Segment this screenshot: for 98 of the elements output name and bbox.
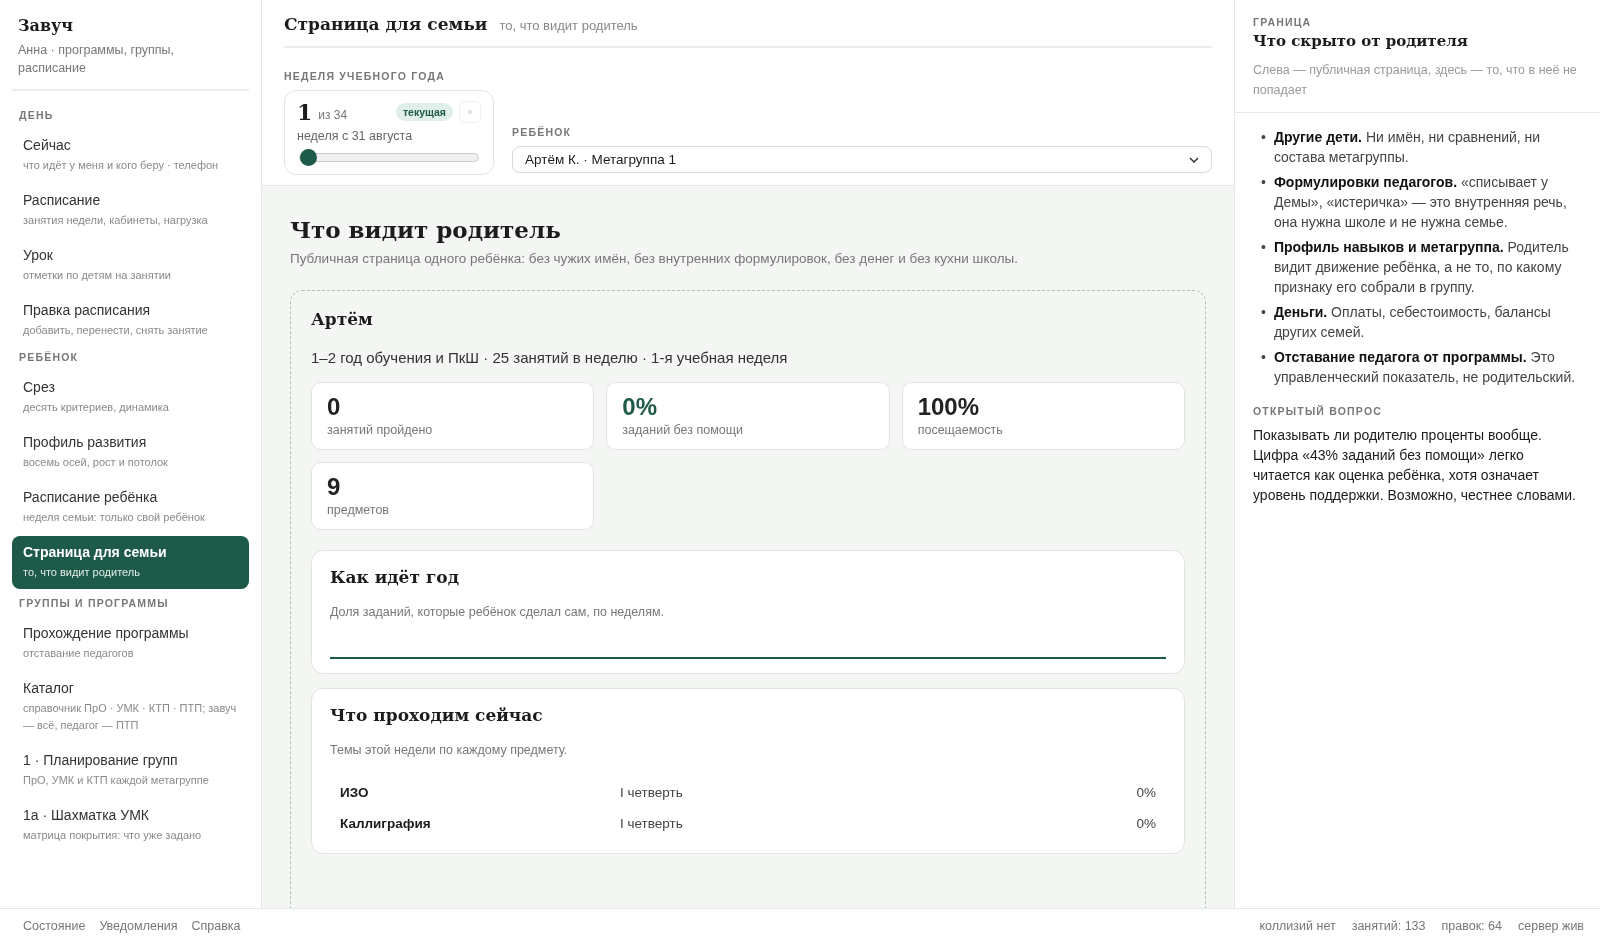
stat-value: 9 <box>327 473 342 501</box>
stat-label: предметов <box>327 503 390 517</box>
bullet-marker: • <box>1261 173 1266 192</box>
chevron-icon <box>1189 156 1199 163</box>
bullet-text: Деньги. Оплаты, себестоимость, балансы других семей. <box>1273 303 1552 342</box>
bullet-text: Формулировки педагогов. «списывает у Демы», «истеричка» — это внутренняя речь, она нужна школе и не нужна семье. <box>1273 173 1568 232</box>
nav-item-label: Расписание ребёнка <box>23 488 159 507</box>
child-name: Артём <box>311 309 374 329</box>
progress-text: 0% <box>1136 785 1156 800</box>
nav-item[interactable]: Сейчас что идёт у меня и кого беру · телефон <box>12 129 249 182</box>
question-label: ОТКРЫТЫЙ ВОПРОС <box>1253 405 1384 417</box>
status-link[interactable]: Уведомления <box>99 919 178 933</box>
nav-item-hint: неделя семьи: только свой ребёнок <box>23 510 206 525</box>
nav-item[interactable]: Урок отметки по детям на занятии <box>12 239 249 292</box>
nav-item-hint: ПрО, УМК и КТП каждой метагруппе <box>23 773 210 788</box>
card-description: Доля заданий, которые ребёнок сделал сам, по неделям. <box>330 605 665 619</box>
card-title: Как идёт год <box>330 567 460 587</box>
dot-icon <box>468 110 472 114</box>
bullet-marker: • <box>1261 238 1266 257</box>
bullet-marker: • <box>1261 128 1266 147</box>
stat-value: 0 <box>327 393 342 421</box>
nav-item[interactable]: Расписание ребёнка неделя семьи: только свой ребёнок <box>12 481 249 534</box>
section-title: Что видит родитель <box>290 216 562 243</box>
status-text: правок: 64 <box>1441 919 1502 933</box>
nav-item-hint: добавить, перенести, снять занятие <box>23 323 209 338</box>
status-text: коллизий нет <box>1259 919 1336 933</box>
panel-description: Слева — публичная страница, здесь — то, что в неё не попадает <box>1253 62 1578 99</box>
nav-item-label: Каталог <box>23 679 75 698</box>
child-summary: 1–2 год обучения и ПкШ · 25 занятий в неделю · 1-я учебная неделя <box>311 349 789 366</box>
nav-item[interactable]: Прохождение программы отставание педагогов <box>12 617 249 670</box>
dot-button[interactable] <box>459 101 481 123</box>
nav-item[interactable]: 1а · Шахматка УМК матрица покрытия: что уже задано <box>12 799 249 852</box>
nav-item[interactable]: 1 · Планирование групп ПрО, УМК и КТП каждой метагруппе <box>12 744 249 797</box>
panel-title: Что скрыто от родителя <box>1253 32 1469 50</box>
nav-item[interactable]: Правка расписания добавить, перенести, снять занятие <box>12 294 249 347</box>
field-label: РЕБЁНОК <box>512 126 573 138</box>
child-select[interactable]: Артём К. · Метагруппа 1 <box>512 146 1212 173</box>
nav-item-hint: отметки по детям на занятии <box>23 268 172 283</box>
nav-item-hint: восемь осей, рост и потолок <box>23 455 169 470</box>
nav-item[interactable]: Профиль развития восемь осей, рост и потолок <box>12 426 249 479</box>
current-badge: текущая <box>395 103 453 121</box>
panel-kicker: ГРАНИЦА <box>1253 16 1313 28</box>
bullet-marker: • <box>1261 348 1266 367</box>
nav-item-label: Правка расписания <box>23 301 152 320</box>
nav-item-hint: то, что видит родитель <box>23 565 141 580</box>
nav-item-hint: справочник ПрО · УМК · КТП · ПТП; завуч — всё, педагог — ПТП <box>23 701 238 733</box>
app-subtitle: Анна · программы, группы, расписание <box>18 42 176 77</box>
stat-label: посещаемость <box>917 423 1004 437</box>
card-title: Что проходим сейчас <box>330 705 544 725</box>
bullet-text: Другие дети. Ни имён, ни сравнений, ни состава метагруппы. <box>1273 128 1542 167</box>
subject-name: Каллиграфия <box>340 816 432 831</box>
stat-value: 100% <box>917 393 981 421</box>
question-text: Показывать ли родителю проценты вообще. Цифра «43% заданий без помощи» легко читается как оценка ребёнка, хотя означает уровень поддержки. Возможно, честнее словами. <box>1253 426 1577 505</box>
section-heading: ДЕНЬ <box>18 109 55 121</box>
section-heading: ГРУППЫ И ПРОГРАММЫ <box>18 597 170 609</box>
week-number: 1 <box>297 99 313 125</box>
nav-item-label: 1 · Планирование групп <box>23 751 179 770</box>
stat-label: занятий пройдено <box>327 423 434 437</box>
nav-item[interactable]: Страница для семьи то, что видит родитель <box>12 536 249 589</box>
nav-item-hint: десять критериев, динамика <box>23 400 170 415</box>
status-text: занятий: 133 <box>1351 919 1426 933</box>
nav-item-label: Сейчас <box>23 136 72 155</box>
subject-name: ИЗО <box>340 785 370 800</box>
nav-item-label: Урок <box>23 246 54 265</box>
nav-item[interactable]: Расписание занятия недели, кабинеты, нагрузка <box>12 184 249 237</box>
nav-item-hint: матрица покрытия: что уже задано <box>23 828 203 843</box>
status-link[interactable]: Справка <box>191 919 241 933</box>
nav-item[interactable]: Каталог справочник ПрО · УМК · КТП · ПТП; завуч — всё, педагог — ПТП <box>12 672 249 742</box>
nav-item-label: 1а · Шахматка УМК <box>23 806 150 825</box>
bullet-text: Профиль навыков и метагруппа. Родитель видит движение ребёнка, а не то, по какому признаку его собрали в группу. <box>1273 238 1570 297</box>
nav-item[interactable]: Срез десять критериев, динамика <box>12 371 249 424</box>
week-total: из 34 <box>318 108 348 122</box>
page-subtitle: то, что видит родитель <box>499 18 638 33</box>
nav-item-hint: занятия недели, кабинеты, нагрузка <box>23 213 209 228</box>
stat-label: заданий без помощи <box>622 423 745 437</box>
nav-item-hint: отставание педагогов <box>23 646 135 661</box>
nav-item-label: Расписание <box>23 191 102 210</box>
nav-item-hint: что идёт у меня и кого беру · телефон <box>23 158 220 173</box>
nav-item-label: Страница для семьи <box>23 543 168 562</box>
progress-text: 0% <box>1136 816 1156 831</box>
week-date: неделя с 31 августа <box>297 129 414 143</box>
section-heading: РЕБЁНОК <box>18 351 80 363</box>
section-description: Публичная страница одного ребёнка: без чужих имён, без внутренних формулировок, без денег и без кухни школы. <box>290 251 1020 266</box>
nav-item-label: Прохождение программы <box>23 624 190 643</box>
nav-item-label: Срез <box>23 378 56 397</box>
status-link[interactable]: Состояние <box>23 919 86 933</box>
bullet-marker: • <box>1261 303 1266 322</box>
topic-text: I четверть <box>620 785 684 800</box>
nav-item-label: Профиль развития <box>23 433 148 452</box>
topic-text: I четверть <box>620 816 684 831</box>
slider-thumb[interactable] <box>300 149 317 166</box>
field-label: НЕДЕЛЯ УЧЕБНОГО ГОДА <box>284 70 446 82</box>
app-title: Завуч <box>18 16 74 35</box>
stat-value: 0% <box>622 393 658 421</box>
bullet-text: Отставание педагога от программы. Это управленческий показатель, не родительский. <box>1273 348 1577 387</box>
page-title: Страница для семьи <box>284 14 488 34</box>
status-text: сервер жив <box>1518 919 1584 933</box>
card-description: Темы этой недели по каждому предмету. <box>330 743 569 757</box>
